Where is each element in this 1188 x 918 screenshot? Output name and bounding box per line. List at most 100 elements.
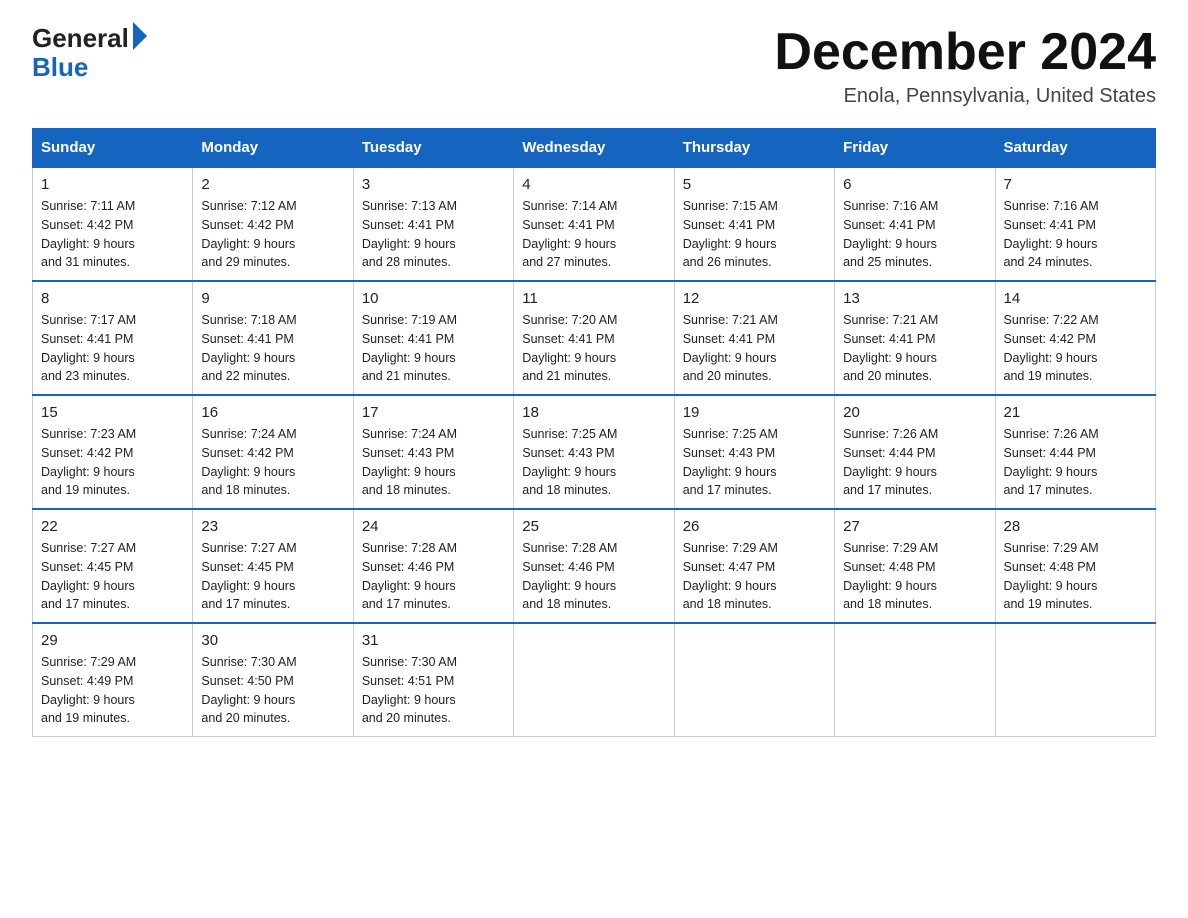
calendar-cell: 23Sunrise: 7:27 AMSunset: 4:45 PMDayligh… (193, 509, 353, 623)
day-info: Sunrise: 7:16 AMSunset: 4:41 PMDaylight:… (1004, 197, 1147, 272)
calendar-week-row: 1 Sunrise: 7:11 AMSunset: 4:42 PMDaylight… (33, 167, 1156, 281)
day-info: Sunrise: 7:27 AMSunset: 4:45 PMDaylight:… (201, 539, 344, 614)
logo-triangle-icon (133, 22, 147, 50)
calendar-cell: 2 Sunrise: 7:12 AMSunset: 4:42 PMDaylight… (193, 167, 353, 281)
day-number: 13 (843, 290, 986, 307)
day-info: Sunrise: 7:25 AMSunset: 4:43 PMDaylight:… (522, 425, 665, 500)
calendar-cell: 4 Sunrise: 7:14 AMSunset: 4:41 PMDaylight… (514, 167, 674, 281)
calendar-cell: 11 Sunrise: 7:20 AMSunset: 4:41 PMDayligh… (514, 281, 674, 395)
logo-blue-text: Blue (32, 53, 88, 82)
calendar-header-monday: Monday (193, 129, 353, 168)
calendar-cell: 9Sunrise: 7:18 AMSunset: 4:41 PMDaylight… (193, 281, 353, 395)
day-number: 4 (522, 176, 665, 193)
day-number: 31 (362, 632, 505, 649)
calendar-cell: 8Sunrise: 7:17 AMSunset: 4:41 PMDaylight… (33, 281, 193, 395)
calendar-cell: 21 Sunrise: 7:26 AMSunset: 4:44 PMDayligh… (995, 395, 1155, 509)
day-number: 27 (843, 518, 986, 535)
day-number: 22 (41, 518, 184, 535)
day-info: Sunrise: 7:11 AMSunset: 4:42 PMDaylight:… (41, 197, 184, 272)
calendar-header-thursday: Thursday (674, 129, 834, 168)
calendar-cell: 31Sunrise: 7:30 AMSunset: 4:51 PMDayligh… (353, 623, 513, 737)
day-info: Sunrise: 7:15 AMSunset: 4:41 PMDaylight:… (683, 197, 826, 272)
day-number: 9 (201, 290, 344, 307)
calendar-week-row: 8Sunrise: 7:17 AMSunset: 4:41 PMDaylight… (33, 281, 1156, 395)
calendar-cell: 15 Sunrise: 7:23 AMSunset: 4:42 PMDayligh… (33, 395, 193, 509)
day-number: 26 (683, 518, 826, 535)
calendar-cell (995, 623, 1155, 737)
calendar-cell: 24 Sunrise: 7:28 AMSunset: 4:46 PMDayligh… (353, 509, 513, 623)
calendar-cell: 17 Sunrise: 7:24 AMSunset: 4:43 PMDayligh… (353, 395, 513, 509)
day-number: 7 (1004, 176, 1147, 193)
day-info: Sunrise: 7:30 AMSunset: 4:50 PMDaylight:… (201, 653, 344, 728)
title-block: December 2024 Enola, Pennsylvania, Unite… (774, 24, 1156, 108)
day-info: Sunrise: 7:13 AMSunset: 4:41 PMDaylight:… (362, 197, 505, 272)
calendar-cell: 25Sunrise: 7:28 AMSunset: 4:46 PMDayligh… (514, 509, 674, 623)
day-info: Sunrise: 7:24 AMSunset: 4:43 PMDaylight:… (362, 425, 505, 500)
day-number: 12 (683, 290, 826, 307)
calendar-cell: 19 Sunrise: 7:25 AMSunset: 4:43 PMDayligh… (674, 395, 834, 509)
location-text: Enola, Pennsylvania, United States (774, 85, 1156, 108)
calendar-cell: 22 Sunrise: 7:27 AMSunset: 4:45 PMDayligh… (33, 509, 193, 623)
calendar-week-row: 15 Sunrise: 7:23 AMSunset: 4:42 PMDayligh… (33, 395, 1156, 509)
day-number: 11 (522, 290, 665, 307)
day-info: Sunrise: 7:26 AMSunset: 4:44 PMDaylight:… (843, 425, 986, 500)
day-number: 17 (362, 404, 505, 421)
day-number: 29 (41, 632, 184, 649)
calendar-cell (674, 623, 834, 737)
calendar-cell: 14 Sunrise: 7:22 AMSunset: 4:42 PMDayligh… (995, 281, 1155, 395)
day-number: 21 (1004, 404, 1147, 421)
calendar-table: SundayMondayTuesdayWednesdayThursdayFrid… (32, 128, 1156, 737)
calendar-cell: 20Sunrise: 7:26 AMSunset: 4:44 PMDayligh… (835, 395, 995, 509)
calendar-cell: 30 Sunrise: 7:30 AMSunset: 4:50 PMDayligh… (193, 623, 353, 737)
day-number: 24 (362, 518, 505, 535)
day-info: Sunrise: 7:26 AMSunset: 4:44 PMDaylight:… (1004, 425, 1147, 500)
calendar-cell: 29Sunrise: 7:29 AMSunset: 4:49 PMDayligh… (33, 623, 193, 737)
calendar-header-friday: Friday (835, 129, 995, 168)
calendar-cell: 16 Sunrise: 7:24 AMSunset: 4:42 PMDayligh… (193, 395, 353, 509)
day-info: Sunrise: 7:29 AMSunset: 4:48 PMDaylight:… (843, 539, 986, 614)
day-info: Sunrise: 7:17 AMSunset: 4:41 PMDaylight:… (41, 311, 184, 386)
day-info: Sunrise: 7:24 AMSunset: 4:42 PMDaylight:… (201, 425, 344, 500)
calendar-cell: 10Sunrise: 7:19 AMSunset: 4:41 PMDayligh… (353, 281, 513, 395)
day-info: Sunrise: 7:29 AMSunset: 4:47 PMDaylight:… (683, 539, 826, 614)
calendar-header-sunday: Sunday (33, 129, 193, 168)
calendar-header-wednesday: Wednesday (514, 129, 674, 168)
day-number: 16 (201, 404, 344, 421)
day-info: Sunrise: 7:21 AMSunset: 4:41 PMDaylight:… (683, 311, 826, 386)
calendar-cell: 27 Sunrise: 7:29 AMSunset: 4:48 PMDayligh… (835, 509, 995, 623)
page-header: General Blue December 2024 Enola, Pennsy… (32, 24, 1156, 108)
day-number: 25 (522, 518, 665, 535)
calendar-cell: 6 Sunrise: 7:16 AMSunset: 4:41 PMDaylight… (835, 167, 995, 281)
day-number: 2 (201, 176, 344, 193)
day-info: Sunrise: 7:28 AMSunset: 4:46 PMDaylight:… (362, 539, 505, 614)
day-info: Sunrise: 7:12 AMSunset: 4:42 PMDaylight:… (201, 197, 344, 272)
calendar-cell: 18 Sunrise: 7:25 AMSunset: 4:43 PMDayligh… (514, 395, 674, 509)
day-info: Sunrise: 7:21 AMSunset: 4:41 PMDaylight:… (843, 311, 986, 386)
calendar-header-row: SundayMondayTuesdayWednesdayThursdayFrid… (33, 129, 1156, 168)
month-title: December 2024 (774, 24, 1156, 81)
calendar-week-row: 22 Sunrise: 7:27 AMSunset: 4:45 PMDayligh… (33, 509, 1156, 623)
day-info: Sunrise: 7:27 AMSunset: 4:45 PMDaylight:… (41, 539, 184, 614)
day-number: 5 (683, 176, 826, 193)
calendar-cell: 13 Sunrise: 7:21 AMSunset: 4:41 PMDayligh… (835, 281, 995, 395)
calendar-cell: 26 Sunrise: 7:29 AMSunset: 4:47 PMDayligh… (674, 509, 834, 623)
day-number: 6 (843, 176, 986, 193)
day-number: 1 (41, 176, 184, 193)
calendar-week-row: 29Sunrise: 7:29 AMSunset: 4:49 PMDayligh… (33, 623, 1156, 737)
day-number: 28 (1004, 518, 1147, 535)
day-number: 18 (522, 404, 665, 421)
logo: General Blue (32, 24, 147, 81)
day-info: Sunrise: 7:14 AMSunset: 4:41 PMDaylight:… (522, 197, 665, 272)
calendar-cell: 12 Sunrise: 7:21 AMSunset: 4:41 PMDayligh… (674, 281, 834, 395)
calendar-cell: 5 Sunrise: 7:15 AMSunset: 4:41 PMDaylight… (674, 167, 834, 281)
day-number: 15 (41, 404, 184, 421)
day-info: Sunrise: 7:22 AMSunset: 4:42 PMDaylight:… (1004, 311, 1147, 386)
day-info: Sunrise: 7:16 AMSunset: 4:41 PMDaylight:… (843, 197, 986, 272)
day-info: Sunrise: 7:25 AMSunset: 4:43 PMDaylight:… (683, 425, 826, 500)
day-info: Sunrise: 7:20 AMSunset: 4:41 PMDaylight:… (522, 311, 665, 386)
day-number: 30 (201, 632, 344, 649)
day-number: 19 (683, 404, 826, 421)
day-info: Sunrise: 7:29 AMSunset: 4:48 PMDaylight:… (1004, 539, 1147, 614)
day-info: Sunrise: 7:23 AMSunset: 4:42 PMDaylight:… (41, 425, 184, 500)
day-number: 14 (1004, 290, 1147, 307)
